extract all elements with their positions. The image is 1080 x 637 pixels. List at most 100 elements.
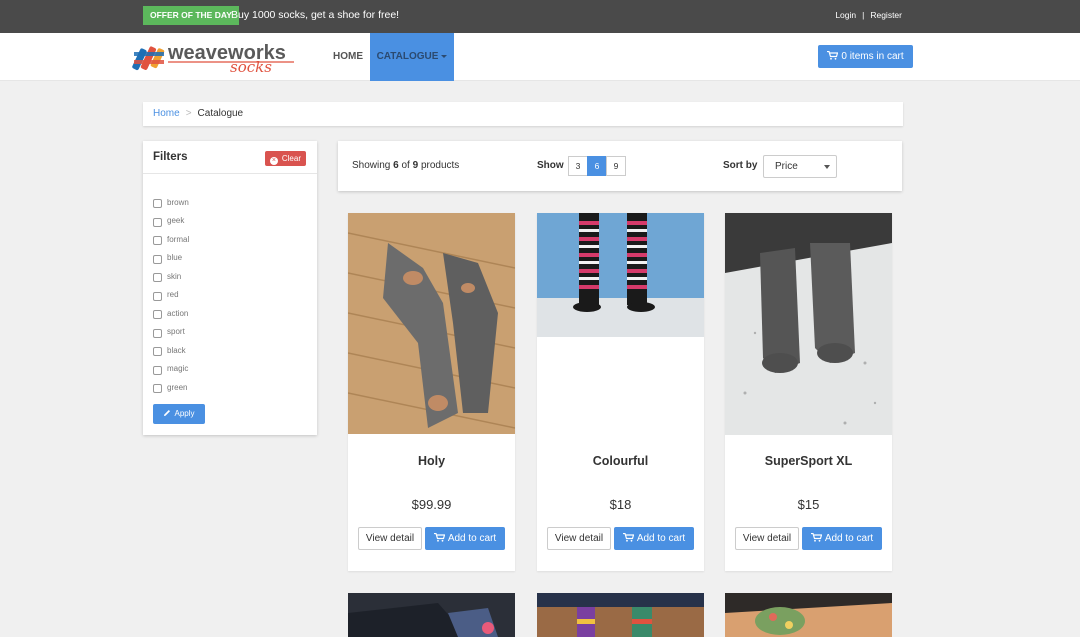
filters-panel: Filters × Clear brown geek formal blue sk… xyxy=(143,141,317,435)
cart-icon xyxy=(810,533,822,542)
sort-label: Sort by xyxy=(723,160,758,171)
close-icon: × xyxy=(269,157,278,165)
cart-icon xyxy=(827,51,839,60)
breadcrumb-separator: > xyxy=(185,108,192,119)
filter-item[interactable]: sport xyxy=(153,323,189,342)
clear-label: Clear xyxy=(281,154,301,163)
page-size-3-button[interactable]: 3 xyxy=(568,156,588,176)
sock-photo-icon xyxy=(348,593,515,637)
brand-subword: socks xyxy=(230,58,272,75)
product-name[interactable]: Holy xyxy=(348,454,515,468)
product-price: $99.99 xyxy=(411,497,452,512)
filter-label: skin xyxy=(167,271,182,281)
filter-checkbox[interactable] xyxy=(153,236,162,246)
sort-value: Price xyxy=(775,161,798,172)
caret-down-icon xyxy=(441,54,448,58)
show-label: Show xyxy=(537,160,564,171)
filter-item[interactable]: formal xyxy=(153,230,189,249)
navbar: weaveworks socks HOME CATALOGUE 0 items … xyxy=(0,33,1080,81)
register-link[interactable]: Register xyxy=(870,10,902,20)
filter-item[interactable]: skin xyxy=(153,267,189,286)
offer-badge: OFFER OF THE DAY xyxy=(143,6,239,25)
clear-filters-button[interactable]: × Clear xyxy=(264,151,306,166)
holy-socks-photo-icon xyxy=(348,213,515,434)
filter-label: sport xyxy=(167,327,185,337)
filter-item[interactable]: red xyxy=(153,286,189,305)
chevron-down-icon xyxy=(824,165,830,169)
cart-icon xyxy=(433,533,445,542)
filter-checkbox[interactable] xyxy=(153,291,162,301)
view-detail-button[interactable]: View detail xyxy=(358,527,422,550)
add-to-cart-button[interactable]: Add to cart xyxy=(614,527,694,550)
product-image[interactable] xyxy=(348,213,515,434)
add-to-cart-label: Add to cart xyxy=(447,533,497,544)
page-size-9-button[interactable]: 9 xyxy=(606,156,626,176)
product-image[interactable] xyxy=(725,593,892,637)
product-card: Colourful $18 View detail Add to cart xyxy=(537,213,704,571)
breadcrumb-home[interactable]: Home xyxy=(153,108,180,119)
product-count: Showing 6 of 9 products xyxy=(352,160,459,171)
brand-logo[interactable]: weaveworks socks xyxy=(132,39,297,76)
colourful-socks-photo-icon xyxy=(537,213,704,337)
filter-item[interactable]: action xyxy=(153,304,189,323)
offer-text: Buy 1000 socks, get a shoe for free! xyxy=(231,9,400,21)
top-bar: OFFER OF THE DAY Buy 1000 socks, get a s… xyxy=(0,0,1080,33)
catalogue-toolbar: Showing 6 of 9 products Show 3 6 9 Sort … xyxy=(338,141,902,191)
filter-label: action xyxy=(167,308,189,318)
cart-button[interactable]: 0 items in cart xyxy=(818,45,913,68)
filter-checkbox[interactable] xyxy=(153,273,162,283)
filter-checkbox[interactable] xyxy=(153,310,162,320)
add-to-cart-label: Add to cart xyxy=(636,533,686,544)
cart-label: 0 items in cart xyxy=(841,51,904,62)
product-image[interactable] xyxy=(725,213,892,435)
filter-label: brown xyxy=(167,197,189,207)
filter-item[interactable]: blue xyxy=(153,249,189,268)
filter-checkbox[interactable] xyxy=(153,384,162,394)
breadcrumb: Home > Catalogue xyxy=(143,102,903,126)
filters-header: Filters × Clear xyxy=(143,141,317,174)
filter-label: green xyxy=(167,382,188,392)
cart-icon xyxy=(622,533,634,542)
filter-checkbox[interactable] xyxy=(153,199,162,209)
add-to-cart-label: Add to cart xyxy=(824,533,874,544)
showing-of: of xyxy=(398,160,413,171)
filter-label: black xyxy=(167,345,186,355)
filter-item[interactable]: geek xyxy=(153,212,189,231)
nav-catalogue[interactable]: CATALOGUE xyxy=(370,33,454,81)
product-image[interactable] xyxy=(537,213,704,337)
product-image[interactable] xyxy=(348,593,515,637)
filter-list: brown geek formal blue skin red action s… xyxy=(153,193,189,397)
product-card: Holy $99.99 View detail Add to cart xyxy=(348,213,515,571)
filter-label: magic xyxy=(167,364,189,374)
product-name[interactable]: SuperSport XL xyxy=(725,454,892,468)
sort-select[interactable]: Price xyxy=(763,155,837,178)
filter-item[interactable]: green xyxy=(153,378,189,397)
weaveworks-logo-icon: weaveworks socks xyxy=(132,42,294,76)
filter-label: geek xyxy=(167,216,185,226)
apply-filters-button[interactable]: Apply xyxy=(153,404,205,424)
page-size-6-button[interactable]: 6 xyxy=(587,156,607,176)
filter-item[interactable]: magic xyxy=(153,360,189,379)
filter-checkbox[interactable] xyxy=(153,217,162,227)
filter-checkbox[interactable] xyxy=(153,254,162,264)
product-image[interactable] xyxy=(537,593,704,637)
view-detail-button[interactable]: View detail xyxy=(547,527,611,550)
view-detail-button[interactable]: View detail xyxy=(735,527,799,550)
page-size-group: 3 6 9 xyxy=(568,156,626,176)
account-links: Login | Register xyxy=(835,10,902,20)
filter-checkbox[interactable] xyxy=(153,328,162,338)
filter-label: blue xyxy=(167,253,183,263)
filter-item[interactable]: brown xyxy=(153,193,189,212)
login-link[interactable]: Login xyxy=(835,10,856,20)
supersport-socks-photo-icon xyxy=(725,213,892,435)
add-to-cart-button[interactable]: Add to cart xyxy=(802,527,882,550)
product-name[interactable]: Colourful xyxy=(537,454,704,468)
nav-home[interactable]: HOME xyxy=(320,33,376,81)
add-to-cart-button[interactable]: Add to cart xyxy=(425,527,505,550)
filter-checkbox[interactable] xyxy=(153,365,162,375)
product-price: $18 xyxy=(609,497,632,512)
link-separator: | xyxy=(862,10,865,20)
filter-checkbox[interactable] xyxy=(153,347,162,357)
filter-item[interactable]: black xyxy=(153,341,189,360)
showing-prefix: Showing xyxy=(352,160,394,171)
